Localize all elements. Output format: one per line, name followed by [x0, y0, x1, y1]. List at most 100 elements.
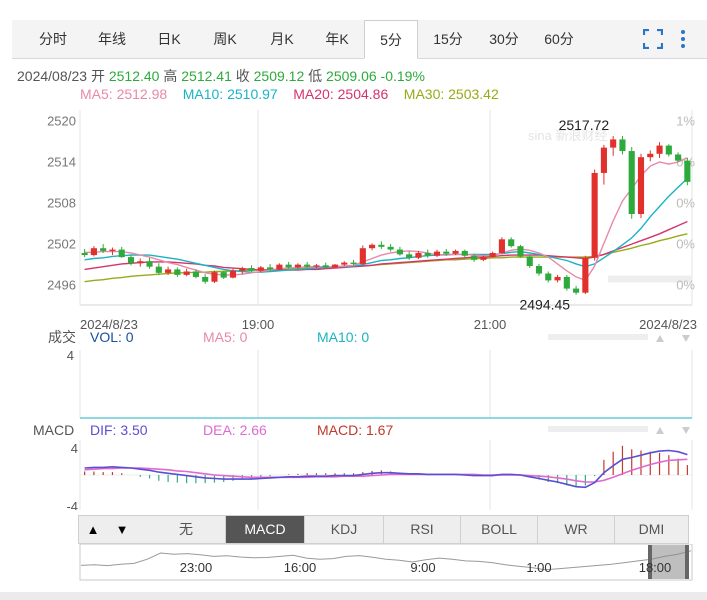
- pct-tick-2: 0%: [676, 195, 695, 210]
- candle-body-52: [563, 276, 570, 289]
- fullscreen-icon[interactable]: [642, 20, 665, 58]
- tab-60min[interactable]: 60分: [533, 20, 585, 58]
- tab-fenshi[interactable]: 分时: [29, 20, 77, 58]
- navigator-right-handle[interactable]: [685, 545, 689, 579]
- candle-body-55: [591, 172, 598, 258]
- candle-47: [517, 244, 524, 258]
- indicator-tab-rsi[interactable]: RSI: [384, 516, 461, 543]
- price-tick-3: 2502: [47, 236, 76, 251]
- pct-tick-3: 0%: [676, 236, 695, 251]
- candle-body-43: [480, 257, 487, 260]
- min-price-label: 2494.45: [519, 297, 570, 313]
- max-price-label: 2517.72: [559, 117, 610, 133]
- candle-body-14: [211, 272, 218, 282]
- indicator-tab-dmi[interactable]: DMI: [615, 516, 688, 543]
- tab-monthly[interactable]: 月K: [257, 20, 307, 58]
- tab-15min[interactable]: 15分: [422, 20, 474, 58]
- candle-body-8: [155, 266, 162, 273]
- vol-ma5: MA5: 0: [203, 329, 248, 345]
- nav-label-2: 9:00: [410, 560, 435, 575]
- macd-scroll-down-icon[interactable]: [682, 427, 690, 434]
- candle-body-19: [257, 267, 264, 271]
- candle-body-46: [508, 239, 515, 247]
- low-value: 2509.06: [326, 68, 377, 84]
- candle-62: [656, 142, 663, 158]
- candle-body-36: [415, 253, 422, 258]
- candle-61: [647, 150, 654, 162]
- indicator-tab-boll[interactable]: BOLL: [461, 516, 538, 543]
- candle-body-23: [294, 264, 301, 268]
- candle-body-57: [610, 139, 617, 148]
- tab-30min[interactable]: 30分: [478, 20, 530, 58]
- scroll-up-icon[interactable]: [656, 335, 664, 342]
- kline-widget: { "tabs": ["分时","年线","日K","周K","月K","年K"…: [0, 0, 707, 600]
- candle-body-10: [174, 269, 181, 275]
- candle-body-32: [378, 244, 385, 247]
- dif-value: DIF: 3.50: [90, 422, 148, 438]
- tab-nianxian[interactable]: 年线: [87, 20, 137, 58]
- indicator-tab-kdj[interactable]: KDJ: [305, 516, 384, 543]
- price-tick-2: 2508: [47, 195, 76, 210]
- macd-header: MACD DIF: 3.50 DEA: 2.66 MACD: 1.67 4 -4: [33, 422, 690, 510]
- indicator-tab-none[interactable]: 无: [147, 516, 226, 543]
- macd-scroll-up-icon[interactable]: [656, 427, 664, 434]
- volume-scroll-arrows[interactable]: [548, 334, 690, 342]
- candle-body-37: [424, 253, 431, 256]
- candle-46: [508, 237, 515, 248]
- candle-52: [563, 274, 570, 291]
- scroll-down-icon[interactable]: [682, 335, 690, 342]
- candle-54: [582, 255, 589, 295]
- price-axis: 2520 2514 2508 2502 2496: [47, 113, 76, 292]
- indicator-tab-wr[interactable]: WR: [538, 516, 615, 543]
- candle-45: [498, 237, 505, 254]
- candle-body-9: [165, 269, 172, 273]
- down-arrow-button[interactable]: ▼: [108, 516, 136, 543]
- chart-grid: [79, 110, 693, 510]
- candle-body-24: [304, 264, 311, 267]
- candle-body-61: [647, 153, 654, 158]
- more-vertical-icon[interactable]: [680, 20, 694, 58]
- nav-label-4: 18:00: [639, 560, 672, 575]
- candle-56: [600, 144, 607, 185]
- candle-48: [526, 254, 533, 269]
- candle-body-62: [656, 145, 663, 154]
- tab-weekly[interactable]: 周K: [200, 20, 250, 58]
- indicator-tab-macd[interactable]: MACD: [226, 516, 305, 543]
- candle-10: [174, 267, 181, 277]
- price-tick-1: 2514: [47, 154, 76, 169]
- up-arrow-button[interactable]: ▲: [79, 516, 107, 543]
- macd-scroll-arrows[interactable]: [548, 426, 690, 434]
- candles: [81, 136, 691, 295]
- vol-ytick: 4: [67, 348, 74, 363]
- tab-yearly[interactable]: 年K: [312, 20, 362, 58]
- candle-65: [684, 157, 691, 186]
- candle-4: [118, 246, 125, 258]
- candle-58: [619, 136, 626, 155]
- candle-body-58: [619, 139, 626, 152]
- candle-body-6: [137, 261, 144, 264]
- candle-body-28: [341, 262, 348, 265]
- candle-body-17: [239, 268, 246, 271]
- candle-1: [90, 246, 97, 257]
- volume-header: 成交 VOL: 0 MA5: 0 MA10: 0 4: [48, 329, 690, 363]
- candle-body-65: [684, 160, 691, 182]
- candle-49: [535, 263, 543, 276]
- candle-body-56: [600, 147, 607, 173]
- change-value: -0.19%: [380, 68, 425, 84]
- candle-57: [610, 136, 617, 156]
- vol-ma10: MA10: 0: [317, 329, 369, 345]
- candle-body-16: [229, 270, 237, 278]
- tab-5min[interactable]: 5分: [364, 20, 418, 59]
- volume-title: 成交: [48, 329, 76, 345]
- range-navigator[interactable]: 23:00 16:00 9:00 1:00 18:00: [0, 544, 707, 588]
- candle-body-20: [267, 267, 274, 270]
- nav-label-0: 23:00: [180, 560, 213, 575]
- candle-33: [387, 244, 394, 252]
- candle-41: [461, 249, 468, 258]
- candle-body-5: [127, 257, 135, 264]
- candle-body-12: [192, 271, 199, 277]
- candle-17: [239, 266, 246, 275]
- tab-daily[interactable]: 日K: [146, 20, 192, 58]
- candle-body-30: [359, 248, 366, 264]
- quote-line: 2024/08/23 开 2512.40 高 2512.41 收 2509.12…: [17, 66, 425, 86]
